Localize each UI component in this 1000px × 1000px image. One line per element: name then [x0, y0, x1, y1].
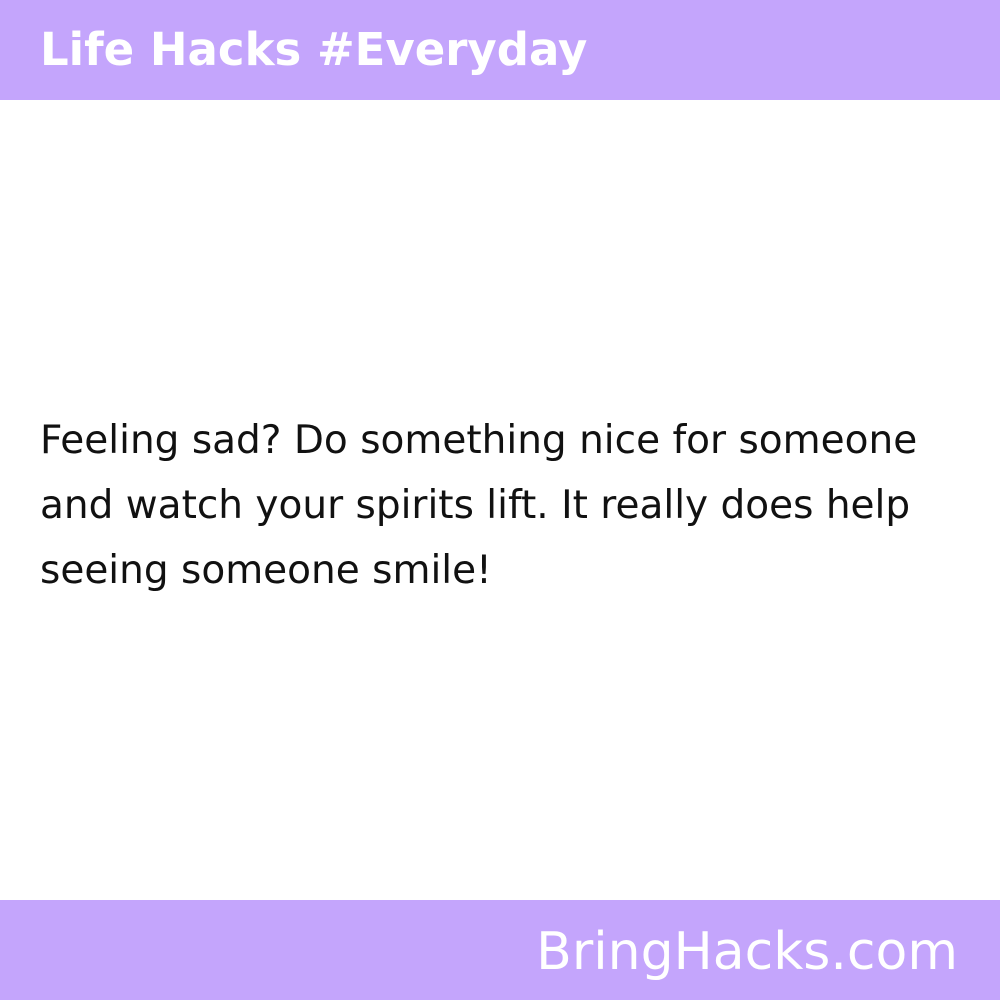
hack-text: Feeling sad? Do something nice for someo… [40, 418, 918, 593]
footer-site-name: BringHacks.com [536, 922, 958, 982]
footer-bar: BringHacks.com [0, 900, 1000, 1000]
life-hack-card: Life Hacks #Everyday Feeling sad? Do som… [0, 0, 1000, 1000]
header-bar: Life Hacks #Everyday [0, 0, 1000, 100]
header-title: Life Hacks #Everyday [40, 23, 588, 76]
